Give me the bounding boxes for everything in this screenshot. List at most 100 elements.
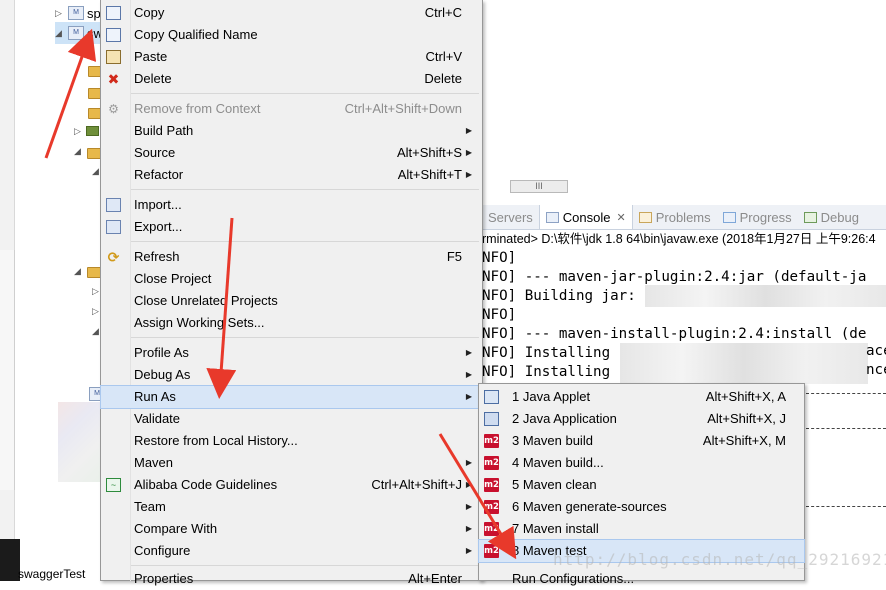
explorer-side-panel [0, 250, 15, 490]
menu-item-restore-local-history[interactable]: Restore from Local History... [101, 430, 482, 452]
bottom-tab-label[interactable]: swaggerTest [18, 568, 85, 581]
tab-servers[interactable]: Servers [482, 205, 539, 229]
menu-item-refresh[interactable]: ⟳ Refresh F5 [101, 246, 482, 268]
menu-item-accelerator: Delete [424, 71, 462, 86]
submenu-arrow-icon: ▶ [465, 502, 472, 511]
menu-item-source[interactable]: Source Alt+Shift+S ▶ [101, 142, 482, 164]
menu-separator [131, 93, 479, 94]
menu-item-label: Configure [134, 543, 191, 558]
menu-item-label: Copy [134, 5, 165, 20]
console-tabbar: Servers Console ✕ Problems Progress Debu… [482, 205, 886, 230]
progress-icon [722, 211, 736, 223]
menu-separator [131, 241, 479, 242]
menu-item-profile-as[interactable]: Profile As ▶ [101, 342, 482, 364]
menu-item-validate[interactable]: Validate [101, 408, 482, 430]
menu-item-debug-as[interactable]: Debug As ▶ [101, 364, 482, 386]
submenu-arrow-icon: ▶ [465, 458, 472, 467]
menu-item-compare-with[interactable]: Compare With ▶ [101, 518, 482, 540]
submenu-arrow-icon: ▶ [465, 392, 472, 401]
menu-item-label: Paste [134, 49, 168, 64]
menu-item-maven[interactable]: Maven ▶ [101, 452, 482, 474]
tree-row-project-2[interactable]: ◢ M sw [55, 22, 103, 44]
expand-arrow-icon[interactable]: ▷ [92, 306, 99, 317]
collapse-arrow-icon[interactable]: ◢ [92, 166, 99, 177]
menu-item-refactor[interactable]: Refactor Alt+Shift+T ▶ [101, 164, 482, 186]
tree-row-project-1[interactable]: ▷ M sp [55, 2, 101, 24]
collapse-arrow-icon[interactable]: ◢ [55, 28, 65, 39]
expand-arrow-icon[interactable]: ▷ [92, 286, 99, 297]
menu-item-accelerator: Ctrl+Alt+Shift+J [371, 477, 462, 492]
menu-item-label: Close Project [134, 271, 212, 286]
redacted-path [645, 285, 886, 307]
collapse-arrow-icon[interactable]: ◢ [92, 326, 99, 337]
remove-context-icon: ⚙ [108, 102, 119, 116]
menu-item-label: Compare With [134, 521, 218, 536]
submenu-item-label: 5 Maven clean [512, 477, 597, 492]
menu-item-accelerator: Ctrl+Alt+Shift+Down [344, 101, 462, 116]
submenu-item-maven-build-dialog[interactable]: m2 4 Maven build... [479, 452, 804, 474]
console-line: NFO] --- maven-install-plugin:2.4:instal… [482, 326, 867, 342]
menu-item-copy-qualified-name[interactable]: Copy Qualified Name [101, 24, 482, 46]
console-tab-label: Console [562, 209, 611, 225]
submenu-item-run-configurations[interactable]: Run Configurations... [479, 568, 804, 590]
submenu-item-maven-generate-sources[interactable]: m2 6 Maven generate-sources [479, 496, 804, 518]
java-applet-icon [484, 390, 499, 404]
submenu-item-java-application[interactable]: 2 Java Application Alt+Shift+X, J [479, 408, 804, 430]
menu-item-build-path[interactable]: Build Path ▶ [101, 120, 482, 142]
m2-icon: m2 [484, 434, 499, 448]
menu-item-assign-working-sets[interactable]: Assign Working Sets... [101, 312, 482, 334]
submenu-item-accelerator: Alt+Shift+X, A [705, 389, 786, 404]
collapse-arrow-icon[interactable]: ◢ [74, 146, 81, 157]
menu-item-close-project[interactable]: Close Project [101, 268, 482, 290]
submenu-arrow-icon: ▶ [465, 348, 472, 357]
submenu-item-maven-clean[interactable]: m2 5 Maven clean [479, 474, 804, 496]
collapse-arrow-icon[interactable]: ◢ [74, 266, 81, 277]
submenu-item-label: 3 Maven build [512, 433, 593, 448]
servers-tab-label: Servers [488, 209, 533, 225]
menu-item-configure[interactable]: Configure ▶ [101, 540, 482, 562]
menu-item-accelerator: Alt+Shift+T [397, 167, 462, 182]
library-icon [86, 126, 99, 136]
submenu-arrow-icon: ▶ [465, 546, 472, 555]
submenu-item-accelerator: Alt+Shift+X, J [707, 411, 786, 426]
menu-item-alibaba-code-guidelines[interactable]: ~ Alibaba Code Guidelines Ctrl+Alt+Shift… [101, 474, 482, 496]
menu-item-label: Run As [134, 389, 176, 404]
submenu-item-java-applet[interactable]: 1 Java Applet Alt+Shift+X, A [479, 386, 804, 408]
editor-area [484, 0, 886, 200]
tab-progress[interactable]: Progress [717, 205, 798, 229]
menu-item-paste[interactable]: Paste Ctrl+V [101, 46, 482, 68]
tree-row-label: sp [87, 5, 101, 21]
menu-item-close-unrelated-projects[interactable]: Close Unrelated Projects [101, 290, 482, 312]
copy-icon [106, 6, 121, 20]
menu-item-export[interactable]: Export... [101, 216, 482, 238]
horizontal-scrollbar-thumb[interactable]: III [510, 180, 568, 193]
menu-item-import[interactable]: Import... [101, 194, 482, 216]
console-separator [806, 428, 886, 429]
console-status-line: rminated> D:\软件\jdk 1.8 64\bin\javaw.exe… [482, 232, 876, 246]
tab-debug[interactable]: Debug [798, 205, 865, 229]
expand-arrow-icon[interactable]: ▷ [74, 126, 81, 137]
tab-console[interactable]: Console ✕ [538, 205, 633, 229]
menu-item-remove-from-context[interactable]: ⚙ Remove from Context Ctrl+Alt+Shift+Dow… [101, 98, 482, 120]
menu-item-properties[interactable]: Properties Alt+Enter [101, 568, 482, 590]
tab-problems[interactable]: Problems [633, 205, 717, 229]
maven-project-icon: M [68, 26, 84, 40]
console-line-tail: nce [866, 362, 886, 378]
menu-item-delete[interactable]: ✖ Delete Delete [101, 68, 482, 90]
expand-arrow-icon[interactable]: ▷ [55, 8, 65, 19]
close-icon[interactable]: ✕ [617, 211, 626, 224]
folder-icon [87, 148, 101, 159]
menu-item-label: Build Path [134, 123, 194, 138]
menu-item-copy[interactable]: Copy Ctrl+C [101, 2, 482, 24]
submenu-arrow-icon: ▶ [465, 480, 472, 489]
submenu-arrow-icon: ▶ [465, 148, 472, 157]
paste-icon [106, 50, 121, 64]
menu-item-label: Assign Working Sets... [134, 315, 265, 330]
submenu-arrow-icon: ▶ [465, 170, 472, 179]
submenu-item-maven-build[interactable]: m2 3 Maven build Alt+Shift+X, M [479, 430, 804, 452]
submenu-item-maven-install[interactable]: m2 7 Maven install [479, 518, 804, 540]
menu-item-run-as[interactable]: Run As ▶ [100, 385, 483, 409]
menu-item-team[interactable]: Team ▶ [101, 496, 482, 518]
submenu-item-label: 4 Maven build... [512, 455, 604, 470]
problems-tab-label: Problems [655, 209, 711, 225]
